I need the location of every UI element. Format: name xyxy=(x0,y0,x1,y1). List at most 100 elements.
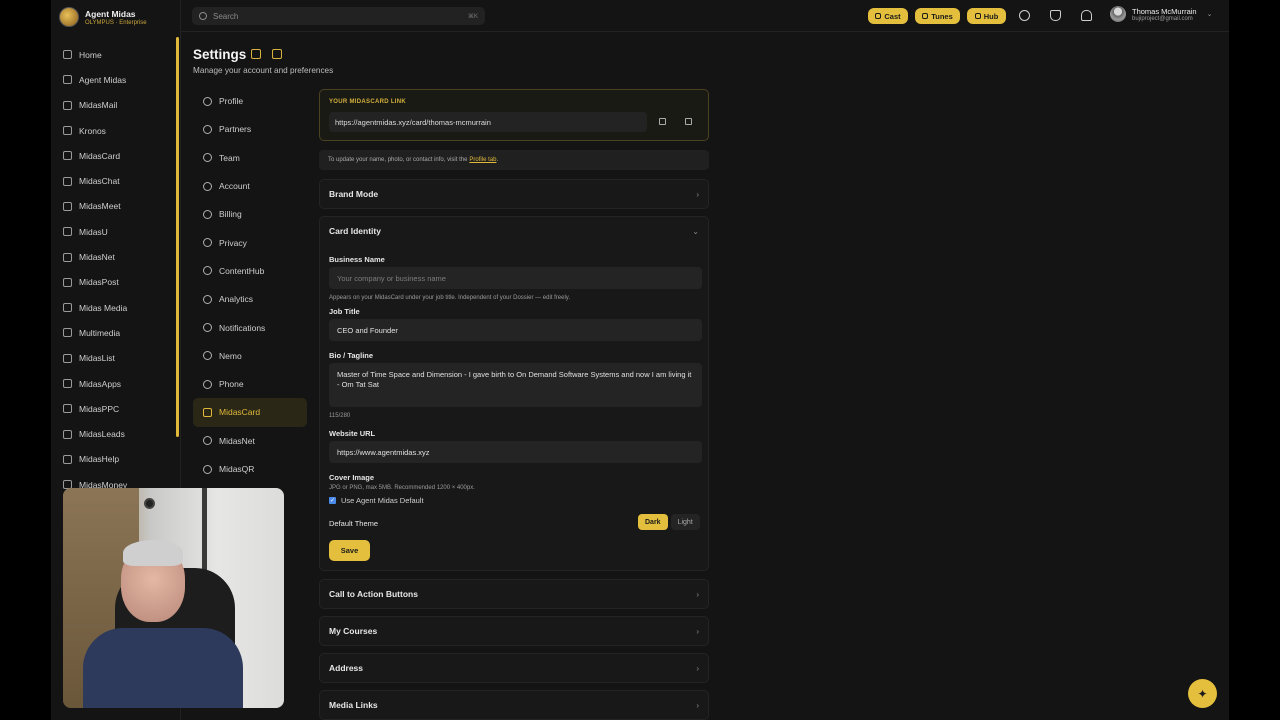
user-name: Thomas McMurrain xyxy=(1132,6,1197,16)
midascard-link-label: YOUR MIDASCARD LINK xyxy=(329,99,407,105)
app-nav-item[interactable]: MidasLeads xyxy=(51,421,177,446)
business-name-input[interactable]: Your company or business name xyxy=(329,267,702,289)
hub-button[interactable]: Hub xyxy=(967,8,1006,24)
presenter-hair xyxy=(123,540,183,566)
settings-nav-item[interactable]: Account xyxy=(193,172,307,200)
save-button[interactable]: Save xyxy=(329,540,370,561)
app-nav-item[interactable]: MidasApps xyxy=(51,371,177,396)
chat-icon xyxy=(63,75,72,85)
app-nav-label: Agent Midas xyxy=(79,74,127,85)
settings-nav-item[interactable]: ContentHub xyxy=(193,257,307,285)
external-link-icon[interactable] xyxy=(685,118,692,125)
midascard-link-card: YOUR MIDASCARD LINK https://agentmidas.x… xyxy=(319,89,709,141)
document-icon[interactable] xyxy=(272,49,282,59)
eye-icon xyxy=(203,238,212,248)
settings-nav-item[interactable]: Analytics xyxy=(193,285,307,313)
settings-nav-item[interactable]: MidasQR xyxy=(193,455,307,483)
app-nav-item[interactable]: MidasList xyxy=(51,346,177,371)
check-circle-icon[interactable] xyxy=(1019,10,1030,21)
app-nav-item[interactable]: MidasChat xyxy=(51,168,177,193)
app-nav-item[interactable]: MidasNet xyxy=(51,244,177,269)
app-nav-item[interactable]: MidasMeet xyxy=(51,194,177,219)
bio-char-count: 115/280 xyxy=(329,413,351,419)
bell-icon[interactable] xyxy=(1081,10,1092,21)
card-icon xyxy=(203,407,212,417)
app-nav-item[interactable]: Kronos xyxy=(51,118,177,143)
user-menu[interactable]: Thomas McMurrain bujiproject@gmail.com ⌄ xyxy=(1110,6,1212,22)
graduation-icon xyxy=(63,227,72,237)
app-nav-item[interactable]: MidasPost xyxy=(51,270,177,295)
midascard-link-field[interactable]: https://agentmidas.xyz/card/thomas-mcmur… xyxy=(329,112,647,132)
cta-section[interactable]: Call to Action Buttons › xyxy=(319,579,709,609)
settings-nav-label: Phone xyxy=(219,379,244,390)
app-nav-item[interactable]: MidasU xyxy=(51,219,177,244)
settings-nav-item[interactable]: Privacy xyxy=(193,228,307,256)
app-nav-item[interactable]: Multimedia xyxy=(51,320,177,345)
broadcast-icon xyxy=(203,351,212,361)
theme-dark-button[interactable]: Dark xyxy=(638,514,668,530)
app-nav-item[interactable]: Agent Midas xyxy=(51,67,177,92)
brand-mode-section[interactable]: Brand Mode › xyxy=(319,179,709,209)
settings-nav-item[interactable]: Partners xyxy=(193,115,307,143)
video-icon[interactable] xyxy=(251,49,261,59)
camera-icon xyxy=(144,498,155,509)
brand-subtitle: OLYMPUS · Enterprise xyxy=(85,19,147,26)
share-icon xyxy=(63,277,72,287)
use-default-checkbox-row[interactable]: ✓ Use Agent Midas Default xyxy=(329,496,424,505)
settings-nav-item[interactable]: MidasCard xyxy=(193,398,307,427)
media-links-section[interactable]: Media Links › xyxy=(319,690,709,720)
settings-nav-item[interactable]: MidasNet xyxy=(193,427,307,455)
profile-tab-link[interactable]: Profile tab xyxy=(469,157,496,163)
media-icon xyxy=(63,303,72,313)
film-icon xyxy=(63,328,72,338)
theme-light-button[interactable]: Light xyxy=(670,514,700,530)
courses-section[interactable]: My Courses › xyxy=(319,616,709,646)
trophy-icon[interactable] xyxy=(1050,10,1061,21)
settings-nav-item[interactable]: Notifications xyxy=(193,313,307,341)
address-title: Address xyxy=(329,663,364,673)
use-default-checkbox[interactable]: ✓ xyxy=(329,497,336,504)
app-nav-label: MidasHelp xyxy=(79,454,120,465)
tunes-button[interactable]: Tunes xyxy=(915,8,960,24)
website-input[interactable]: https://www.agentmidas.xyz xyxy=(329,441,702,463)
settings-nav-label: ContentHub xyxy=(219,265,265,276)
settings-nav-item[interactable]: Nemo xyxy=(193,342,307,370)
app-nav-item[interactable]: Midas Media xyxy=(51,295,177,320)
brand[interactable]: Agent Midas OLYMPUS · Enterprise xyxy=(59,7,147,27)
settings-nav-label: Profile xyxy=(219,96,244,107)
settings-nav-label: Account xyxy=(219,181,250,192)
app-nav-item[interactable]: MidasPPC xyxy=(51,396,177,421)
app-nav-label: Multimedia xyxy=(79,327,121,338)
presenter-shirt xyxy=(83,628,243,708)
app-nav-item[interactable]: MidasHelp xyxy=(51,447,177,472)
settings-nav-item[interactable]: Team xyxy=(193,144,307,172)
address-section[interactable]: Address › xyxy=(319,653,709,683)
job-title-input[interactable]: CEO and Founder xyxy=(329,319,702,341)
bio-textarea[interactable]: Master of Time Space and Dimension - I g… xyxy=(329,363,702,407)
settings-nav-item[interactable]: Profile xyxy=(193,87,307,115)
card-identity-title: Card Identity xyxy=(329,226,381,236)
search-bar[interactable]: Search ⌘K xyxy=(192,7,485,25)
settings-nav-item[interactable]: Billing xyxy=(193,200,307,228)
copy-icon[interactable] xyxy=(659,118,666,125)
globe-icon xyxy=(203,436,212,446)
assistant-fab-button[interactable]: ✦ xyxy=(1188,679,1217,708)
app-nav-label: MidasList xyxy=(79,353,115,364)
settings-nav-label: MidasNet xyxy=(219,435,255,446)
settings-nav-label: Billing xyxy=(219,209,242,220)
sidebar-scrollbar[interactable] xyxy=(176,37,179,437)
qr-icon xyxy=(203,464,212,474)
app-nav-item[interactable]: MidasCard xyxy=(51,143,177,168)
app-nav-label: MidasMail xyxy=(79,100,118,111)
settings-nav: Profile Partners Team Account Billing Privacy… xyxy=(193,87,307,483)
settings-nav-item[interactable]: Phone xyxy=(193,370,307,398)
settings-nav-label: Partners xyxy=(219,124,252,135)
settings-nav-label: Notifications xyxy=(219,322,266,333)
team-icon xyxy=(203,153,212,163)
app-nav-item[interactable]: MidasMail xyxy=(51,93,177,118)
cast-button[interactable]: Cast xyxy=(868,8,908,24)
card-identity-header[interactable]: Card Identity ⌄ xyxy=(320,217,708,245)
search-input[interactable]: Search xyxy=(213,12,462,21)
business-name-label: Business Name xyxy=(329,255,385,264)
app-nav-item[interactable]: Home xyxy=(51,42,177,67)
